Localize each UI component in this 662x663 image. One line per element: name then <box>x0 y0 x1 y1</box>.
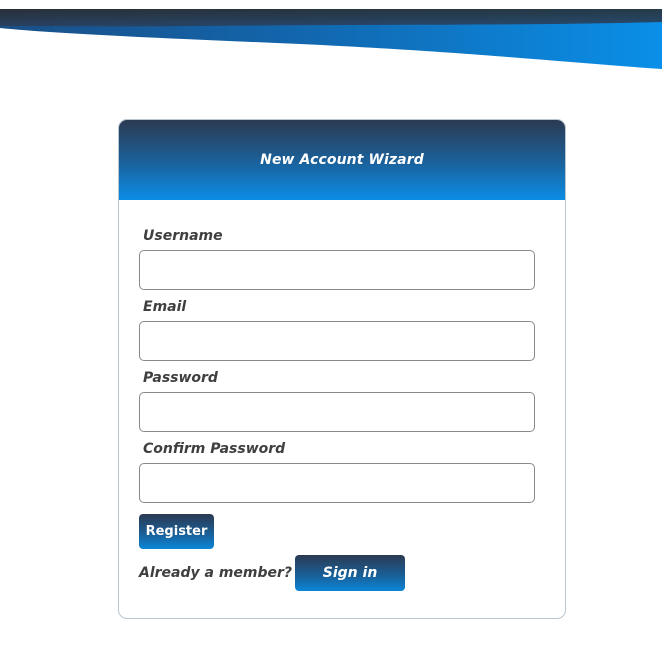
header-wave-decoration <box>0 0 662 69</box>
username-label: Username <box>143 228 223 244</box>
confirm-password-input[interactable] <box>139 463 535 503</box>
confirm-password-label: Confirm Password <box>143 441 286 457</box>
sign-in-button[interactable]: Sign in <box>295 555 406 591</box>
card-header: New Account Wizard <box>119 120 565 200</box>
registration-card: New Account Wizard Username Email Passwo… <box>118 119 566 619</box>
password-label: Password <box>143 370 218 386</box>
wizard-title: New Account Wizard <box>260 152 424 168</box>
email-input[interactable] <box>139 321 535 361</box>
username-input[interactable] <box>139 250 535 290</box>
page: New Account Wizard Username Email Passwo… <box>0 0 662 663</box>
password-input[interactable] <box>139 392 535 432</box>
register-button[interactable]: Register <box>139 514 214 549</box>
sign-in-row: Already a member? Sign in <box>139 555 406 591</box>
email-label: Email <box>143 299 187 315</box>
already-member-text: Already a member? <box>139 565 293 581</box>
